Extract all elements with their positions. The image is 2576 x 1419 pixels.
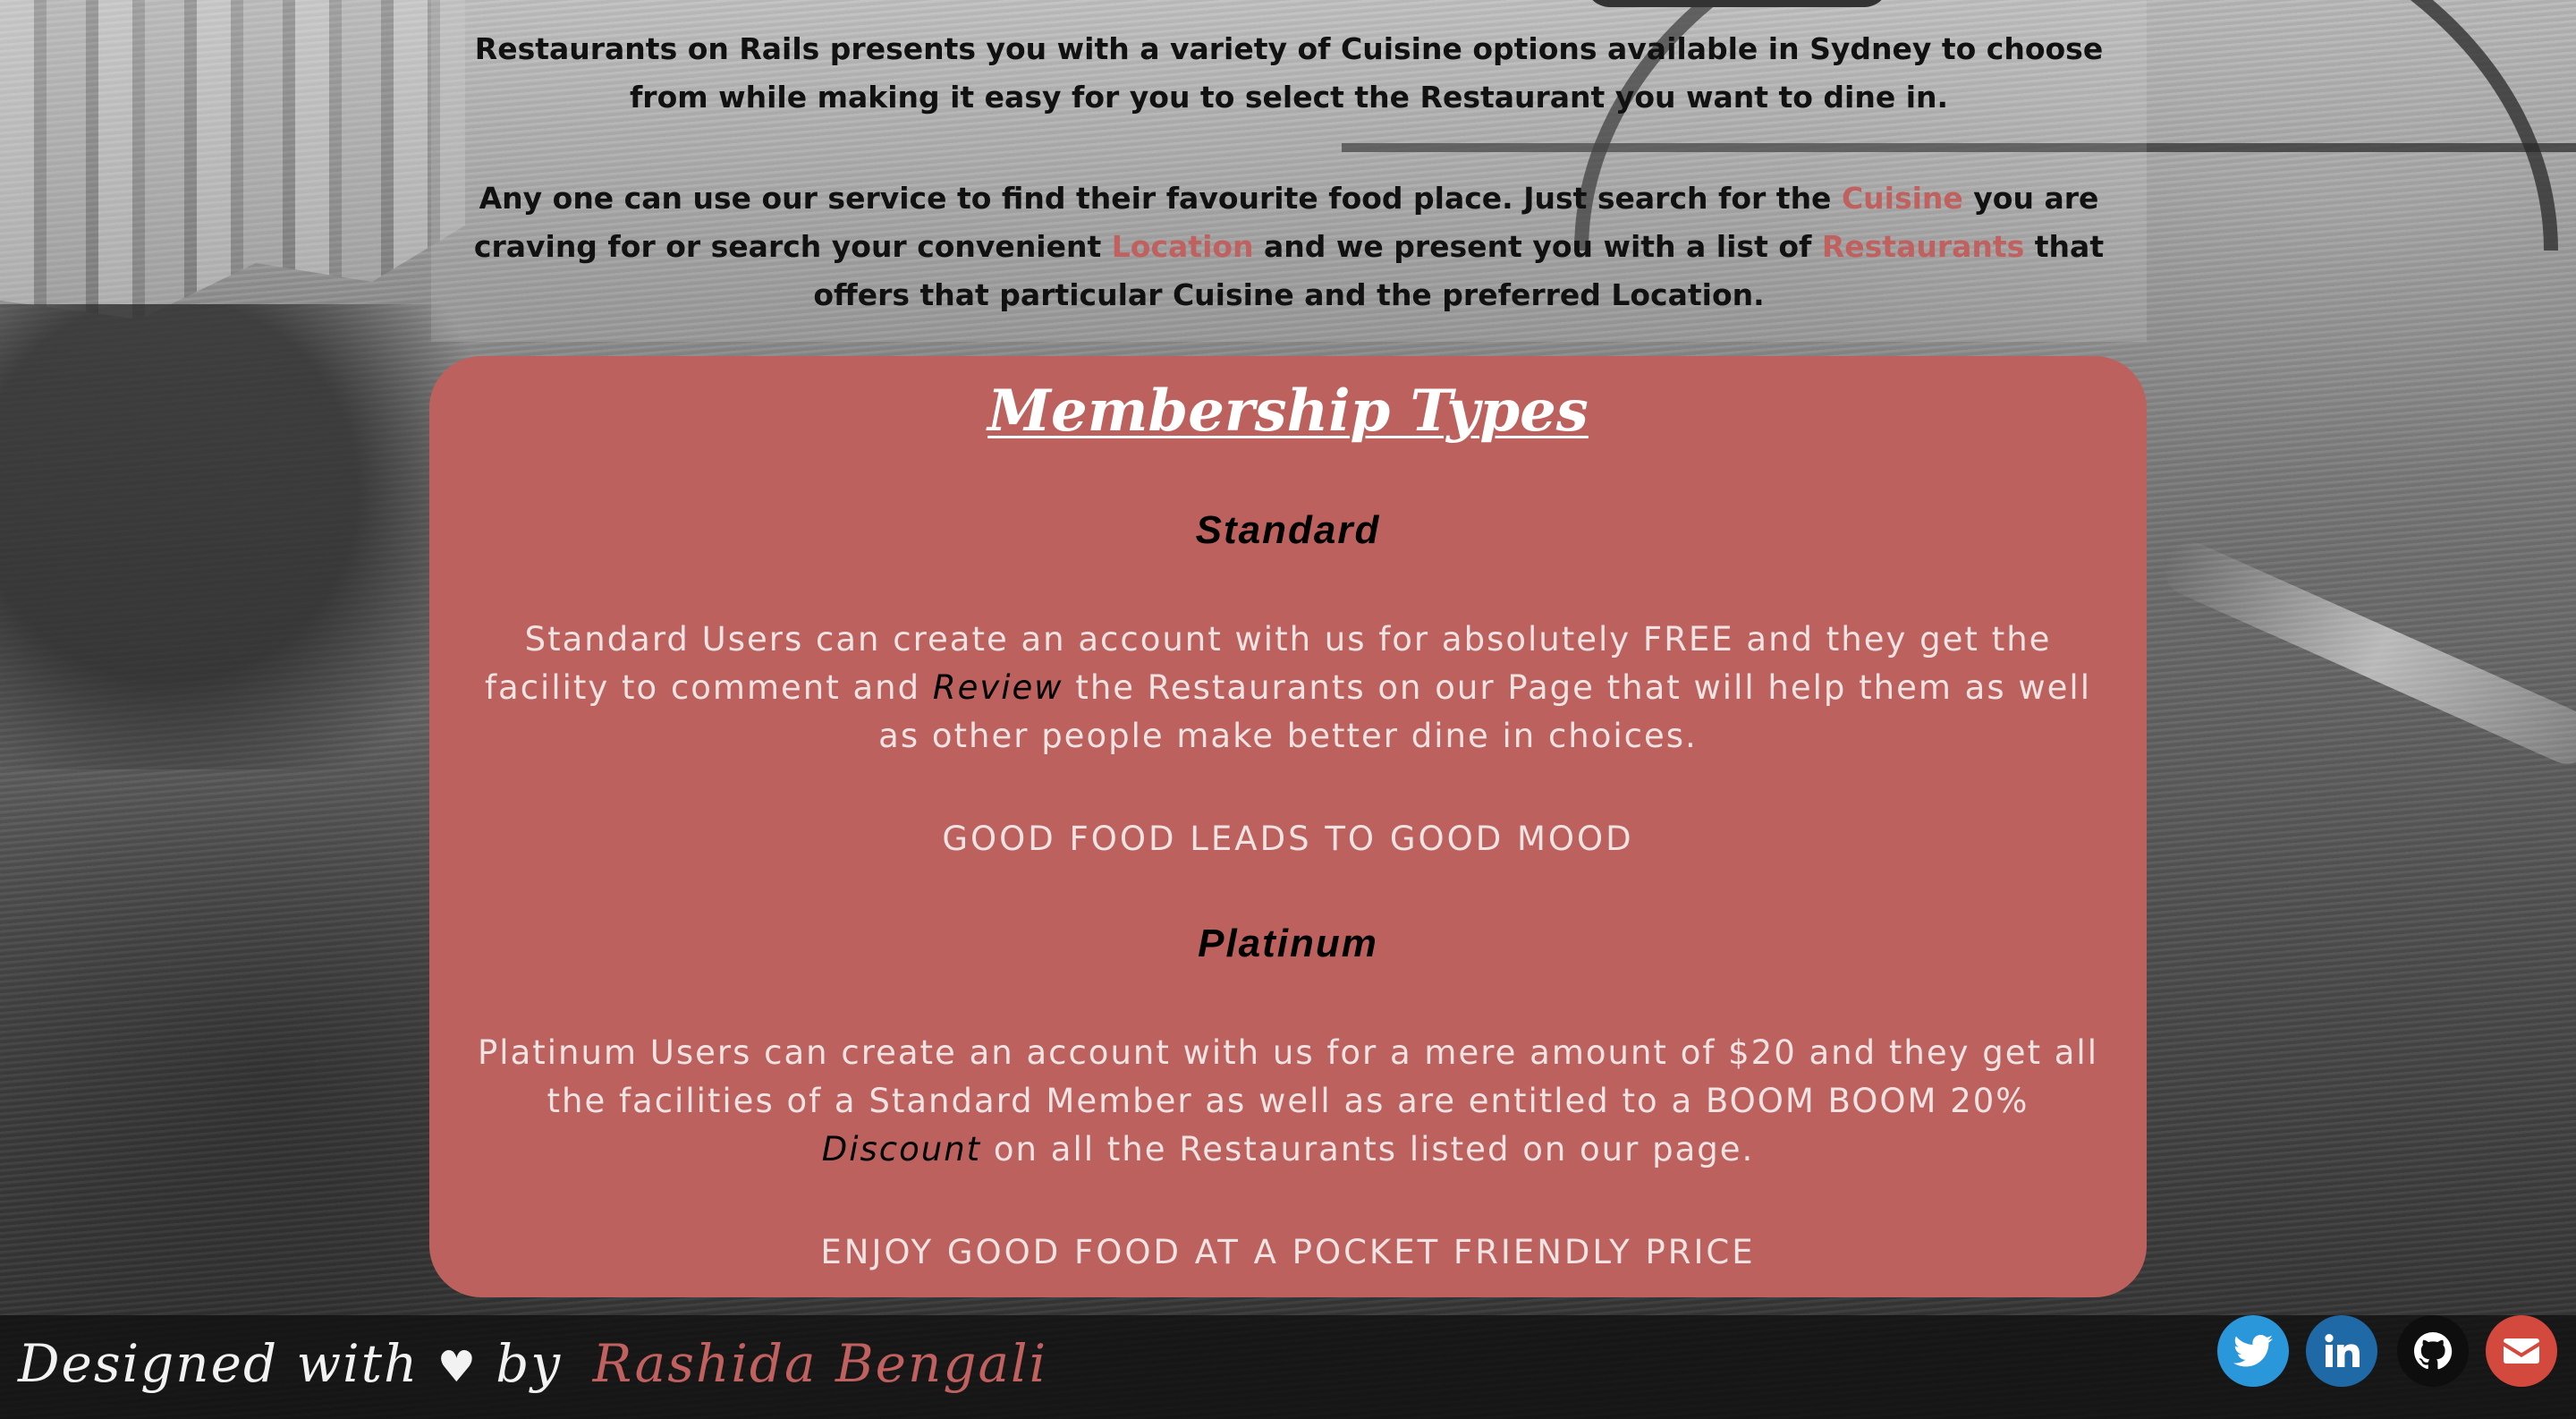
twitter-icon: [2233, 1335, 2273, 1367]
platinum-tier-description: Platinum Users can create an account wit…: [465, 1029, 2111, 1174]
intro-text: and we present you with a list of: [1253, 229, 1822, 264]
discount-emphasis: Discount: [821, 1130, 982, 1168]
membership-title: Membership Types: [987, 378, 1589, 445]
background-boat-wake: [2156, 533, 2576, 773]
standard-tier-motto: GOOD FOOD LEADS TO GOOD MOOD: [942, 820, 1634, 858]
platinum-desc-text: Platinum Users can create an account wit…: [478, 1033, 2098, 1120]
credit-prefix: Designed with: [18, 1333, 419, 1394]
author-name: Rashida Bengali: [592, 1333, 1048, 1394]
heart-icon: ♥: [436, 1342, 478, 1392]
membership-card: Membership Types Standard Standard Users…: [429, 356, 2147, 1297]
location-link[interactable]: Location: [1112, 229, 1254, 264]
github-button[interactable]: [2397, 1315, 2469, 1387]
platinum-tier-name: Platinum: [1198, 922, 1378, 965]
intro-section: Restaurants on Rails presents you with a…: [431, 0, 2147, 342]
twitter-button[interactable]: [2217, 1315, 2289, 1387]
email-button[interactable]: [2486, 1315, 2557, 1387]
email-icon: [2504, 1338, 2539, 1364]
credit-by: by: [496, 1333, 563, 1394]
restaurants-link[interactable]: Restaurants: [1822, 229, 2024, 264]
standard-tier-description: Standard Users can create an account wit…: [465, 616, 2111, 760]
platinum-tier-motto: ENJOY GOOD FOOD AT A POCKET FRIENDLY PRI…: [820, 1233, 1756, 1271]
intro-text: Any one can use our service to find thei…: [479, 181, 1842, 216]
intro-paragraph-2: Any one can use our service to find thei…: [457, 174, 2121, 319]
footer: Designed with ♥ by Rashida Bengali: [0, 1315, 2576, 1419]
github-icon: [2414, 1332, 2453, 1370]
intro-top-tab: [1585, 0, 1889, 7]
linkedin-icon: [2325, 1334, 2360, 1367]
review-emphasis: Review: [932, 668, 1063, 707]
platinum-desc-text: on all the Restaurants listed on our pag…: [981, 1130, 1755, 1168]
footer-credit: Designed with ♥ by Rashida Bengali: [18, 1333, 1047, 1394]
standard-tier-name: Standard: [1195, 508, 1381, 552]
linkedin-button[interactable]: [2306, 1315, 2377, 1387]
cuisine-link[interactable]: Cuisine: [1842, 181, 1963, 216]
intro-paragraph-1: Restaurants on Rails presents you with a…: [474, 31, 2104, 115]
